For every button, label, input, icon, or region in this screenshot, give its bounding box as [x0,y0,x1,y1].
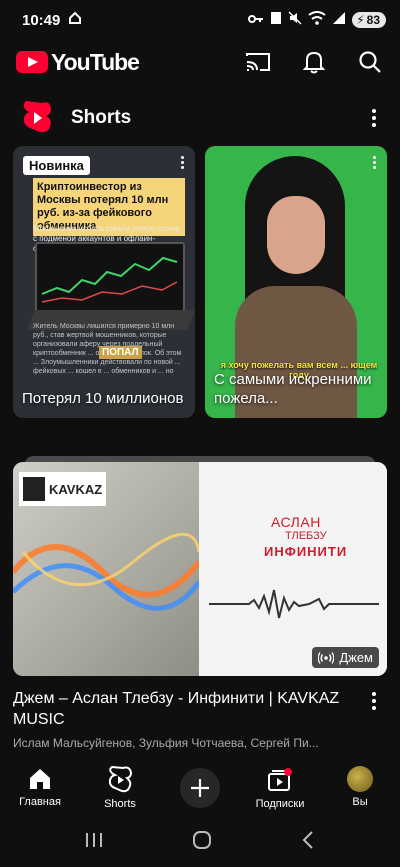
wifi-icon [308,11,326,29]
nav-shorts[interactable]: Shorts [85,766,155,810]
shorts-section-title: Shorts [71,107,132,128]
kavkaz-logo: KAVKAZ [19,472,107,506]
app-header: YouTube [0,40,400,84]
thumb-artist-last: ТЛЕБЗУ [285,530,327,542]
battery-level: 83 [366,13,380,27]
status-bar: 10:49 ⚡ 83 [0,0,400,40]
jam-badge: Джем [312,647,379,668]
jam-badge-label: Джем [339,650,373,665]
thumb-art-right: АСЛАН ТЛЕБЗУ ИНФИНИТИ [199,462,387,676]
nav-shorts-label: Shorts [104,798,136,810]
signal-icon [332,11,346,29]
back-icon [302,831,314,849]
kavkaz-logo-icon [23,477,45,501]
shorts-icon [108,766,132,793]
header-actions [244,48,384,76]
video-more-button[interactable] [368,692,380,712]
status-time: 10:49 [22,11,61,29]
battery-charging-icon: ⚡ [356,13,365,27]
nav-you-label: Вы [352,796,368,808]
short-card[interactable]: я хочу пожелать вам всем ... ющем году С… [205,146,387,418]
sticker-label: ПОПАЛ [99,346,142,359]
nav-subscriptions[interactable]: Подписки [245,766,315,810]
recent-apps-icon [85,833,102,847]
notifications-button[interactable] [300,48,328,76]
person-face [267,196,325,274]
create-button[interactable] [180,768,220,808]
back-button[interactable] [300,830,316,855]
short-more-button[interactable] [369,156,379,174]
short-card[interactable]: Новинка Криптоинвестор из Москвы потерял… [13,146,195,418]
youtube-logo[interactable]: YouTube [16,48,140,76]
kavkaz-logo-text: KAVKAZ [49,481,103,497]
cast-icon [246,53,270,71]
thumb-artist-first: АСЛАН [271,514,321,530]
doc-icon [270,11,282,29]
short-more-button[interactable] [177,156,187,174]
cast-button[interactable] [244,48,272,76]
thumb-song-title: ИНФИНИТИ [264,544,348,559]
broadcast-icon [318,651,335,664]
laptop-image [35,242,185,312]
video-info: Джем – Аслан Тлебзу - Инфинити | KAVKAZ … [13,688,383,750]
home-circle-icon [192,831,211,849]
recent-apps-button[interactable] [84,831,104,854]
bottom-navigation: Главная Shorts Подписки Вы [0,760,400,818]
nav-create[interactable] [165,766,235,808]
avatar [347,766,373,792]
system-navigation-bar [0,818,400,867]
brand-name: YouTube [51,48,140,75]
search-icon [359,51,381,73]
video-thumbnail[interactable]: KAVKAZ АСЛАН ТЛЕБЗУ ИНФИНИТИ Джем [13,462,387,676]
nav-subscriptions-label: Подписки [255,798,305,810]
nav-you[interactable]: Вы [325,766,395,808]
home-button[interactable] [191,829,213,856]
nav-home-label: Главная [19,796,61,808]
short-title: Потерял 10 миллионов [22,390,184,407]
shorts-logo-icon [23,101,51,133]
video-title[interactable]: Джем – Аслан Тлебзу - Инфинити | KAVKAZ … [13,688,353,730]
thumb-art-left: KAVKAZ [13,462,202,676]
home-icon-status [68,11,82,29]
waveform-graphic [209,589,379,619]
bell-icon [303,51,325,74]
key-icon [248,12,264,29]
nav-home[interactable]: Главная [5,766,75,808]
youtube-play-icon [16,51,48,73]
mute-icon [288,11,302,29]
shorts-more-button[interactable] [364,106,384,130]
battery-indicator: ⚡ 83 [352,12,386,28]
subscriptions-icon [268,768,292,791]
short-title: С самыми искренними пожела... [214,371,372,407]
home-icon [30,769,50,789]
status-icons: ⚡ 83 [248,11,386,29]
news-badge: Новинка [23,156,90,175]
shorts-section-header: Shorts [0,98,400,138]
video-meta: Ислам Мальсуйгенов, Зульфия Чотчаева, Се… [13,736,319,750]
plus-icon [191,779,209,797]
search-button[interactable] [356,48,384,76]
